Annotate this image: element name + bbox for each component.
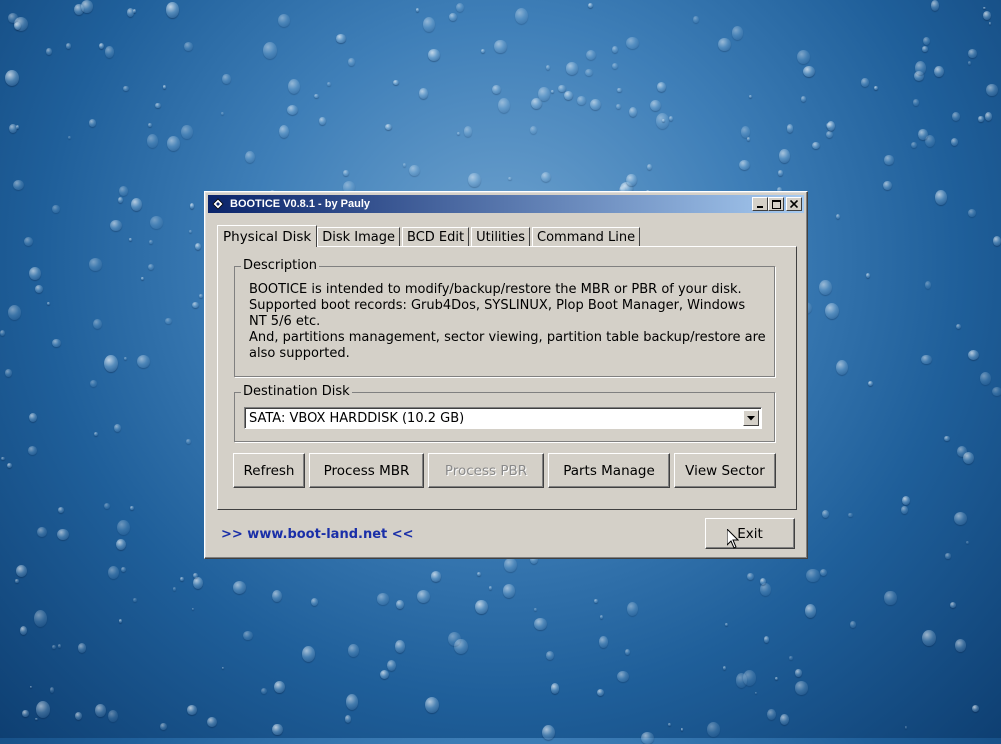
maximize-icon [771,199,781,209]
minimize-icon [757,206,763,208]
description-line: Supported boot records: Grub4Dos, SYSLIN… [249,298,746,313]
process-pbr-button[interactable]: Process PBR [428,453,544,488]
description-line: And, partitions management, sector viewi… [249,330,766,345]
destination-disk-group: Destination Disk SATA: VBOX HARDDISK (10… [234,384,775,442]
app-icon [210,196,226,212]
dropdown-button[interactable] [743,410,759,426]
close-button[interactable] [786,197,802,211]
description-line: BOOTICE is intended to modify/backup/res… [249,282,742,297]
description-line: also supported. [249,346,350,361]
title-bar[interactable]: BOOTICE V0.8.1 - by Pauly [208,195,804,213]
process-mbr-button[interactable]: Process MBR [309,453,424,488]
description-line: NT 5/6 etc. [249,314,321,329]
destination-disk-select[interactable]: SATA: VBOX HARDDISK (10.2 GB) [244,407,762,429]
description-group: Description BOOTICE is intended to modif… [234,258,775,377]
tab-disk-image[interactable]: Disk Image [317,227,400,246]
destination-disk-value: SATA: VBOX HARDDISK (10.2 GB) [249,410,465,426]
boot-land-link[interactable]: >> www.boot-land.net << [221,527,414,542]
close-icon [790,200,798,208]
view-sector-button[interactable]: View Sector [674,453,776,488]
description-label: Description [241,258,320,273]
exit-button[interactable]: Exit [705,518,795,549]
tab-bcd-edit[interactable]: BCD Edit [402,227,470,246]
parts-manage-button[interactable]: Parts Manage [548,453,670,488]
refresh-button[interactable]: Refresh [233,453,305,488]
maximize-button[interactable] [768,197,784,211]
chevron-down-icon [747,415,755,420]
minimize-button[interactable] [752,197,768,211]
description-text: BOOTICE is intended to modify/backup/res… [249,282,779,362]
window-title: BOOTICE V0.8.1 - by Pauly [230,198,370,210]
bootice-window: BOOTICE V0.8.1 - by Pauly Physical Disk … [204,191,808,559]
tab-physical-disk[interactable]: Physical Disk [217,225,318,247]
tab-utilities[interactable]: Utilities [471,227,531,246]
destination-disk-label: Destination Disk [241,384,352,399]
tab-command-line[interactable]: Command Line [532,227,641,246]
physical-disk-panel: Description BOOTICE is intended to modif… [217,246,797,510]
mouse-pointer-icon [726,527,740,553]
tab-strip: Physical Disk Disk Image BCD Edit Utilit… [217,224,642,247]
